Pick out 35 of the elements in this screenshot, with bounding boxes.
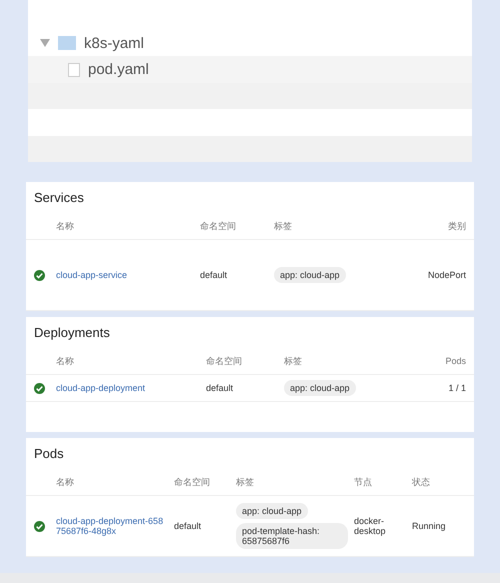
file-icon: [68, 62, 80, 77]
column-header: 类别: [448, 220, 466, 232]
expand-triangle-icon[interactable]: [40, 39, 50, 48]
column-header: 名称: [56, 476, 74, 488]
label-chip: app: cloud-app: [236, 503, 308, 519]
resource-link[interactable]: cloud-app-deployment-65875687f6-48g8x: [56, 516, 168, 536]
tree-item-label[interactable]: pod.yaml: [88, 61, 149, 78]
resource-link[interactable]: cloud-app-deployment: [56, 383, 200, 393]
resource-link[interactable]: cloud-app-service: [56, 270, 194, 280]
column-header: 状态: [412, 476, 430, 488]
table-cell-text: default: [200, 270, 228, 280]
section-title: Pods: [33, 445, 65, 463]
folder-icon: [58, 36, 76, 50]
tree-item-label[interactable]: k8s-yaml: [84, 34, 144, 52]
table-cell-text: docker-desktop: [354, 516, 387, 536]
label-chip: pod-template-hash: 65875687f6: [236, 523, 348, 549]
column-header: 节点: [354, 476, 372, 488]
table-cell: 1 / 1: [448, 383, 466, 393]
column-header: 名称: [56, 220, 74, 232]
column-header: Pods: [445, 356, 466, 366]
table-cell: NodePort: [428, 270, 466, 280]
label-chip: app: cloud-app: [274, 267, 346, 283]
column-header: 命名空间: [174, 476, 210, 488]
table-cell: Running: [412, 521, 446, 531]
column-header: 标签: [284, 354, 302, 368]
table-cell-text: default: [174, 521, 202, 531]
column-header: 命名空间: [206, 354, 242, 368]
section-title: Deployments: [33, 324, 111, 342]
table-cell-text: default: [206, 383, 234, 393]
column-header: 名称: [56, 354, 74, 368]
column-header: 标签: [274, 220, 292, 232]
section-title: Services: [33, 189, 85, 207]
label-chip: app: cloud-app: [284, 380, 356, 396]
column-header: 命名空间: [200, 220, 236, 232]
column-header: 标签: [236, 476, 254, 488]
